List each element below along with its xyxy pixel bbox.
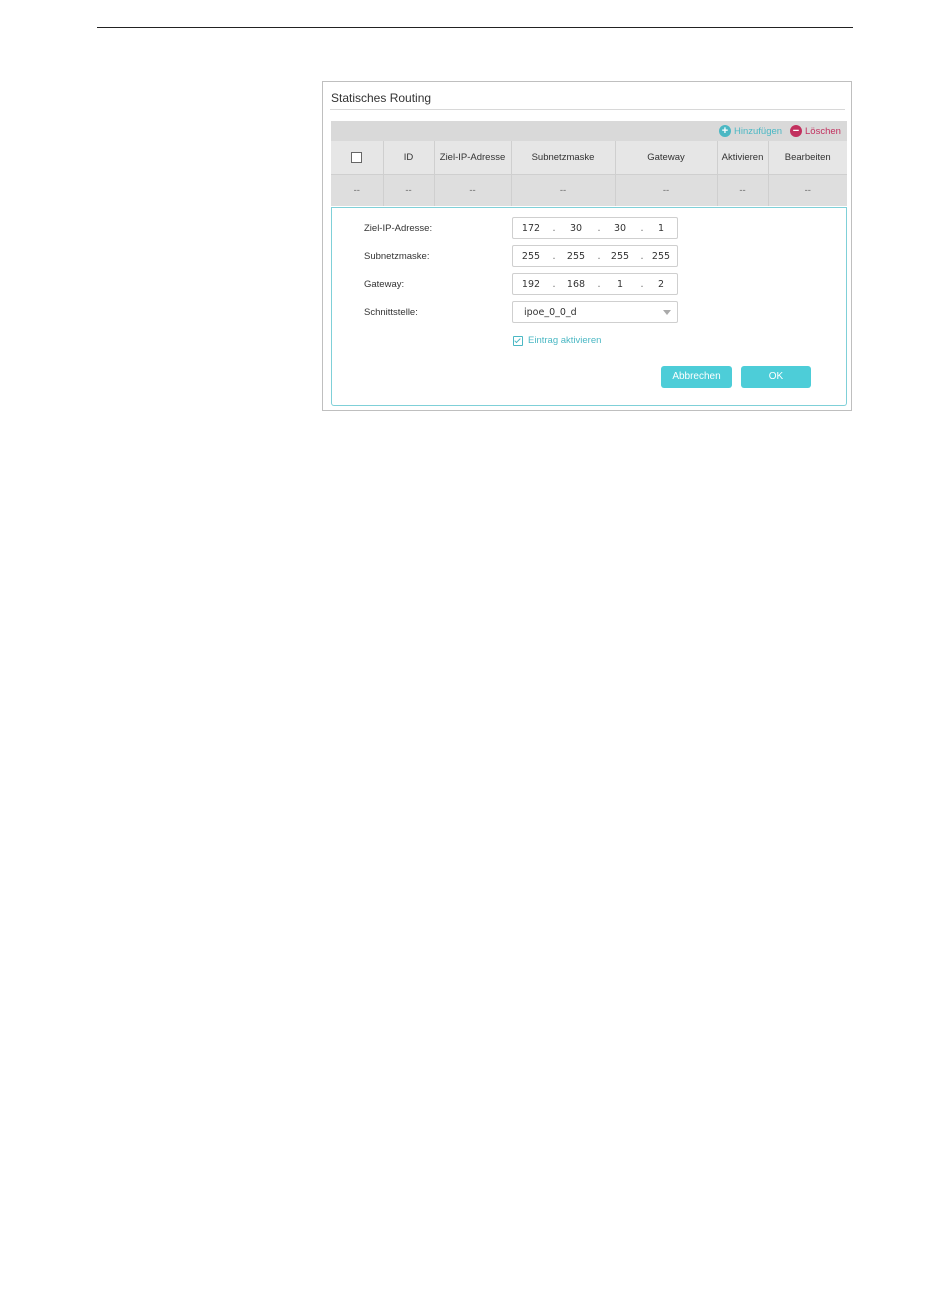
cell-dest-ip: --: [434, 174, 512, 206]
header-id: ID: [383, 141, 435, 175]
interface-label: Schnittstelle:: [364, 307, 418, 318]
cell-select: --: [331, 174, 384, 206]
checkbox-checked-icon[interactable]: [513, 335, 523, 346]
cell-gateway: --: [615, 174, 718, 206]
ip-separator: .: [640, 223, 644, 234]
dest-ip-label: Ziel-IP-Adresse:: [364, 223, 433, 234]
cell-edit: --: [768, 174, 847, 206]
enable-entry-label: Eintrag aktivieren: [528, 335, 602, 346]
subnet-octet-1[interactable]: 255: [516, 251, 546, 262]
interface-select[interactable]: ipoe_0_0_d: [512, 301, 678, 323]
delete-button[interactable]: − Löschen: [790, 123, 841, 139]
dest-ip-octet-3[interactable]: 30: [605, 223, 635, 234]
cancel-button[interactable]: Abbrechen: [661, 366, 732, 388]
cell-subnet: --: [511, 174, 616, 206]
header-gateway: Gateway: [615, 141, 718, 175]
enable-entry-checkbox[interactable]: Eintrag aktivieren: [513, 335, 601, 346]
delete-label: Löschen: [805, 125, 841, 137]
ip-separator: .: [552, 223, 556, 234]
add-label: Hinzufügen: [734, 125, 783, 137]
static-routing-panel: Statisches Routing + Hinzufügen − Lösche…: [322, 81, 852, 411]
table-row[interactable]: -- -- -- -- -- -- --: [331, 174, 847, 206]
interface-value: ipoe_0_0_d: [524, 307, 577, 318]
gateway-octet-1[interactable]: 192: [516, 279, 546, 290]
ip-separator: .: [597, 279, 601, 290]
select-all-checkbox[interactable]: [351, 151, 363, 163]
ok-button[interactable]: OK: [741, 366, 811, 388]
cell-enable: --: [717, 174, 769, 206]
route-edit-form: Ziel-IP-Adresse: 172 . 30 . 30 . 1 Subne…: [331, 208, 847, 406]
subnet-label: Subnetzmaske:: [364, 251, 430, 262]
panel-title: Statisches Routing: [331, 91, 432, 105]
gateway-label: Gateway:: [364, 279, 405, 290]
ip-separator: .: [552, 279, 556, 290]
ip-separator: .: [640, 251, 644, 262]
cell-id: --: [383, 174, 435, 206]
header-subnet: Subnetzmaske: [511, 141, 616, 175]
minus-circle-icon: −: [790, 125, 802, 137]
ip-separator: .: [640, 279, 644, 290]
plus-circle-icon: +: [719, 125, 731, 137]
ip-separator: .: [597, 251, 601, 262]
gateway-octet-4[interactable]: 2: [646, 279, 676, 290]
header-select-all[interactable]: [331, 141, 384, 175]
gateway-octet-3[interactable]: 1: [605, 279, 635, 290]
subnet-octet-2[interactable]: 255: [561, 251, 591, 262]
gateway-octet-2[interactable]: 168: [561, 279, 591, 290]
ip-separator: .: [597, 223, 601, 234]
routes-table: ID Ziel-IP-Adresse Subnetzmaske Gateway …: [331, 141, 847, 206]
dest-ip-octet-1[interactable]: 172: [516, 223, 546, 234]
table-header-row: ID Ziel-IP-Adresse Subnetzmaske Gateway …: [331, 141, 847, 175]
add-button[interactable]: + Hinzufügen: [719, 123, 782, 139]
header-dest-ip: Ziel-IP-Adresse: [434, 141, 512, 175]
dest-ip-field[interactable]: 172 . 30 . 30 . 1: [512, 217, 678, 239]
subnet-field[interactable]: 255 . 255 . 255 . 255: [512, 245, 678, 267]
gateway-field[interactable]: 192 . 168 . 1 . 2: [512, 273, 678, 295]
table-toolbar: + Hinzufügen − Löschen: [331, 121, 847, 141]
header-edit: Bearbeiten: [768, 141, 847, 175]
dest-ip-octet-4[interactable]: 1: [646, 223, 676, 234]
ip-separator: .: [552, 251, 556, 262]
chevron-down-icon: [663, 310, 671, 315]
header-enable: Aktivieren: [717, 141, 769, 175]
subnet-octet-3[interactable]: 255: [605, 251, 635, 262]
dest-ip-octet-2[interactable]: 30: [561, 223, 591, 234]
page-header-rule: [97, 27, 853, 28]
title-divider: [330, 109, 845, 110]
subnet-octet-4[interactable]: 255: [646, 251, 676, 262]
